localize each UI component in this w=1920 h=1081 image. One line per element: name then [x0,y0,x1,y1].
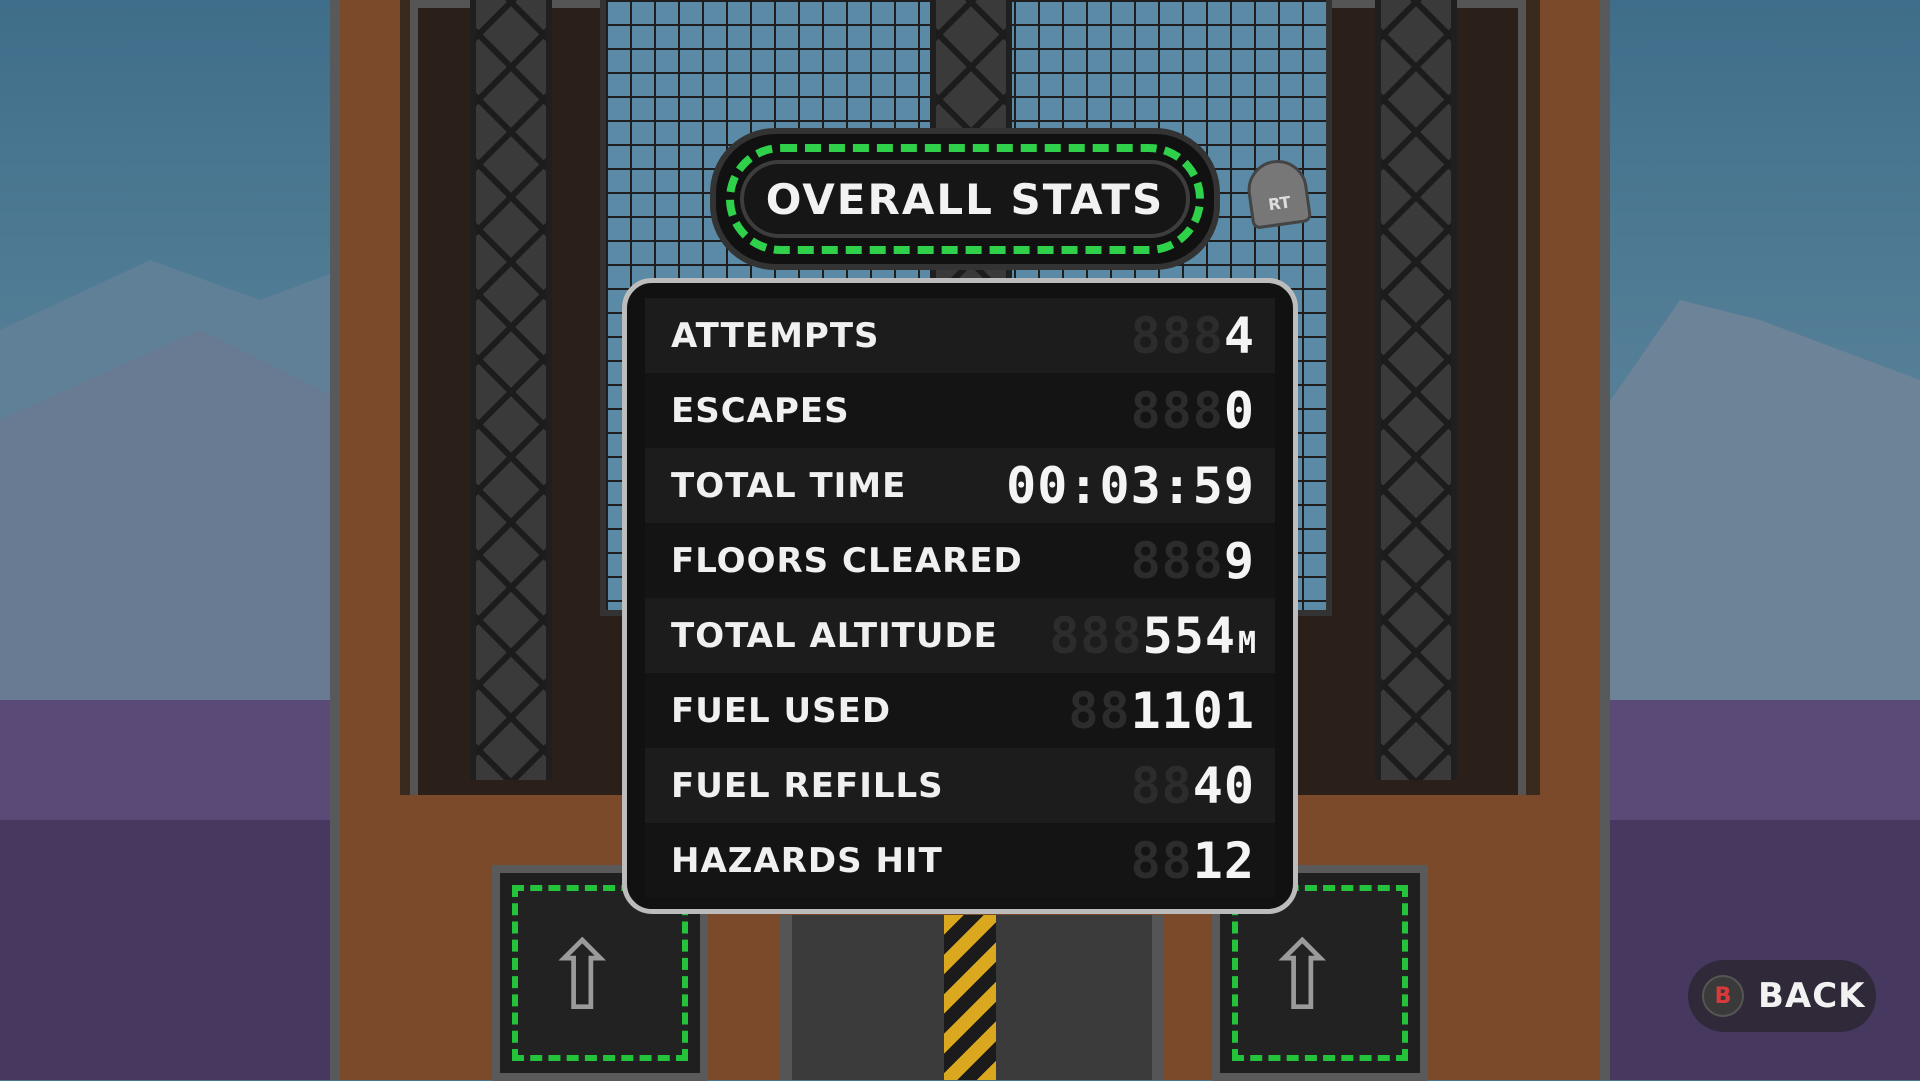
stat-label: FLOORS CLEARED [671,540,1023,581]
stat-label: ATTEMPTS [671,315,880,356]
girder-right [1375,0,1457,780]
stat-value: 88 1101 [1068,682,1257,740]
stat-row-fuel-refills: FUEL REFILLS 88 40 [645,748,1275,823]
back-label: BACK [1758,976,1866,1016]
stat-row-total-altitude: TOTAL ALTITUDE 888 554 M [645,598,1275,673]
title-core: OVERALL STATS [740,160,1190,238]
back-button[interactable]: B BACK [1688,960,1876,1032]
stat-value: 888 554 M [1049,607,1257,665]
stat-row-fuel-used: FUEL USED 88 1101 [645,673,1275,748]
stat-digits: 9 [1223,531,1255,590]
girder-left [470,0,552,780]
stat-row-attempts: ATTEMPTS 888 4 [645,298,1275,373]
stat-unit: M [1237,625,1257,661]
hazard-stripe [944,915,996,1080]
stat-label: TOTAL TIME [671,465,907,506]
stat-ghost-digits: 888 [1130,381,1224,440]
stat-row-floors-cleared: FLOORS CLEARED 888 9 [645,523,1275,598]
stat-row-hazards-hit: HAZARDS HIT 88 12 [645,823,1275,898]
stat-row-total-time: TOTAL TIME 00:03:59 [645,448,1275,523]
stat-digits: 1101 [1130,681,1255,740]
stat-digits: 554 [1142,606,1236,665]
stat-label: FUEL REFILLS [671,765,944,806]
stat-digits: 00:03:59 [1006,456,1255,515]
stat-ghost-digits: 888 [1130,306,1224,365]
page-title: OVERALL STATS [765,174,1165,224]
stat-digits: 12 [1192,831,1255,890]
stat-label: FUEL USED [671,690,892,731]
stat-label: TOTAL ALTITUDE [671,615,998,656]
stats-panel: ATTEMPTS 888 4 ESCAPES 888 0 TOTAL TIME 00… [622,278,1298,914]
stat-ghost-digits: 88 [1130,831,1193,890]
stat-value: 888 4 [1131,307,1257,365]
stat-value: 888 0 [1131,382,1257,440]
up-arrow-icon: ⇧ [1262,920,1343,1032]
stat-value: 88 40 [1131,757,1257,815]
stat-label: HAZARDS HIT [671,840,943,881]
stat-value: 888 9 [1131,532,1257,590]
stat-ghost-digits: 88 [1068,681,1131,740]
stat-digits: 40 [1192,756,1255,815]
elevator-door [780,915,1164,1080]
stat-digits: 0 [1223,381,1255,440]
stat-ghost-digits: 88 [1130,756,1193,815]
stat-ghost-digits: 888 [1130,531,1224,590]
stat-row-escapes: ESCAPES 888 0 [645,373,1275,448]
stat-ghost-digits: 888 [1049,606,1143,665]
b-button-icon: B [1702,975,1744,1017]
stat-value: 88 12 [1131,832,1257,890]
stat-label: ESCAPES [671,390,850,431]
stat-digits: 4 [1223,306,1255,365]
title-plate: OVERALL STATS [710,128,1220,270]
stat-value: 00:03:59 [1006,457,1257,515]
up-arrow-icon: ⇧ [542,920,623,1032]
